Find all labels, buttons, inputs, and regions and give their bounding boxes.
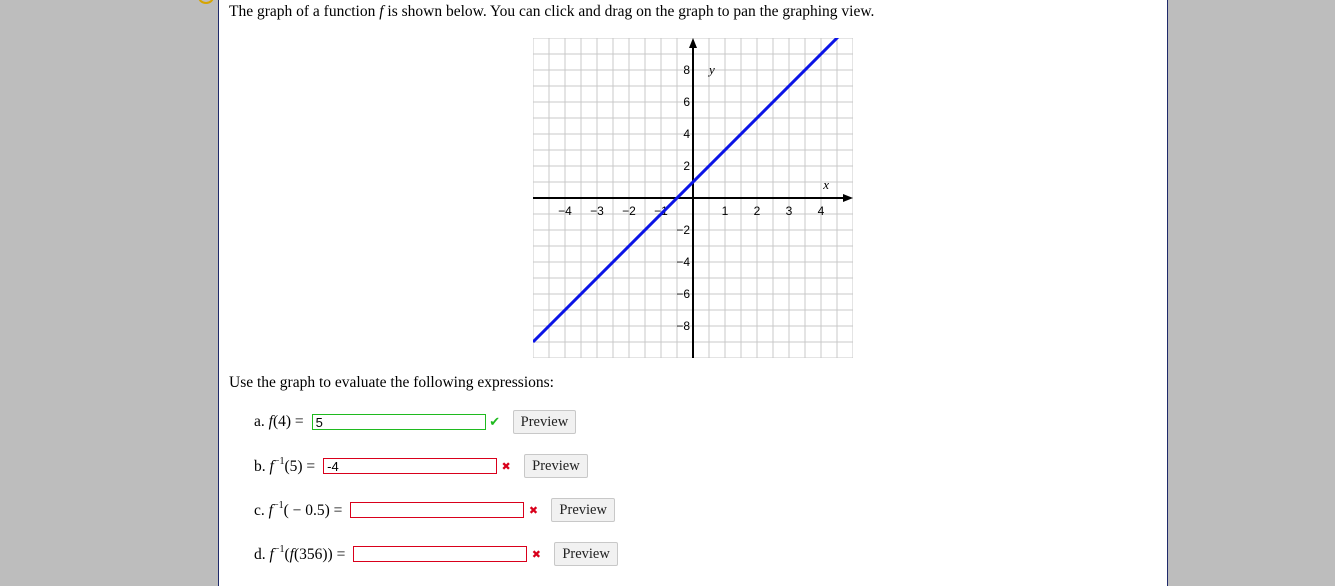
question-b-letter: b. (254, 458, 266, 475)
y-tick-label: 4 (683, 127, 690, 141)
preview-d-button[interactable]: Preview (554, 542, 618, 566)
answer-d-input[interactable] (353, 546, 528, 562)
question-c-label: c. f−1( − 0.5) = (254, 500, 343, 519)
question-c-row: c. f−1( − 0.5) = ✖ Preview (254, 498, 615, 522)
question-a-row: a. f(4) = ✔ Preview (254, 410, 577, 434)
question-d-letter: d. (254, 546, 266, 563)
function-graph[interactable]: xy−4 −3 −2 −1 1 2 3 48642−2−4−6−8 (533, 38, 853, 358)
y-tick-label: −6 (676, 287, 690, 301)
x-tick-label: 2 (754, 204, 761, 218)
x-tick-label: −2 (622, 204, 636, 218)
intro-text-before: The graph of a function (229, 3, 380, 20)
question-d-inverse: −1 (273, 544, 285, 555)
x-axis-label: x (822, 177, 829, 192)
preview-a-button[interactable]: Preview (512, 410, 577, 434)
question-d-row: d. f−1(f(356)) = ✖ Preview (254, 542, 618, 566)
question-status-indicator (198, 0, 214, 4)
y-tick-label: −2 (676, 223, 690, 237)
question-d-label: d. f−1(f(356)) = (254, 544, 346, 563)
answer-a-input[interactable] (311, 414, 486, 430)
question-c-arg: ( − 0.5) (283, 502, 330, 519)
question-a-label: a. f(4) = (254, 413, 304, 430)
y-axis-label: y (707, 62, 715, 77)
y-tick-label: 8 (683, 63, 690, 77)
answer-d-incorrect-icon: ✖ (531, 548, 541, 561)
x-tick-label: 1 (722, 204, 729, 218)
y-axis-arrow (689, 38, 697, 48)
preview-c-button[interactable]: Preview (551, 498, 615, 522)
x-axis-arrow (843, 194, 853, 202)
y-tick-label: −8 (676, 319, 690, 333)
answer-c-incorrect-icon: ✖ (528, 504, 539, 517)
question-c-inverse: −1 (272, 500, 284, 511)
answer-a-correct-icon: ✔ (489, 414, 501, 429)
question-a-arg: (4) (272, 413, 292, 430)
question-b-label: b. f−1(5) = (254, 456, 316, 475)
question-c-letter: c. (254, 502, 265, 519)
question-a-letter: a. (254, 413, 265, 430)
x-tick-label: 3 (786, 204, 793, 218)
y-tick-label: 2 (683, 159, 690, 173)
y-tick-label: −4 (676, 255, 690, 269)
question-b-arg: (5) (284, 458, 303, 475)
x-tick-label: −3 (590, 204, 604, 218)
answer-b-incorrect-icon: ✖ (501, 460, 511, 473)
preview-b-button[interactable]: Preview (524, 454, 588, 478)
x-tick-label: 4 (818, 204, 825, 218)
y-tick-label: 6 (683, 95, 690, 109)
answer-b-input[interactable] (323, 458, 498, 474)
instructions-text: Use the graph to evaluate the following … (229, 374, 554, 391)
question-intro: The graph of a function f is shown below… (229, 3, 874, 21)
question-b-row: b. f−1(5) = ✖ Preview (254, 454, 588, 478)
answer-c-input[interactable] (350, 502, 525, 518)
x-tick-label: −4 (558, 204, 572, 218)
question-d-arg-inner: (356)) (293, 546, 333, 563)
intro-text-after: is shown below. You can click and drag o… (383, 3, 875, 20)
question-b-inverse: −1 (273, 456, 285, 467)
